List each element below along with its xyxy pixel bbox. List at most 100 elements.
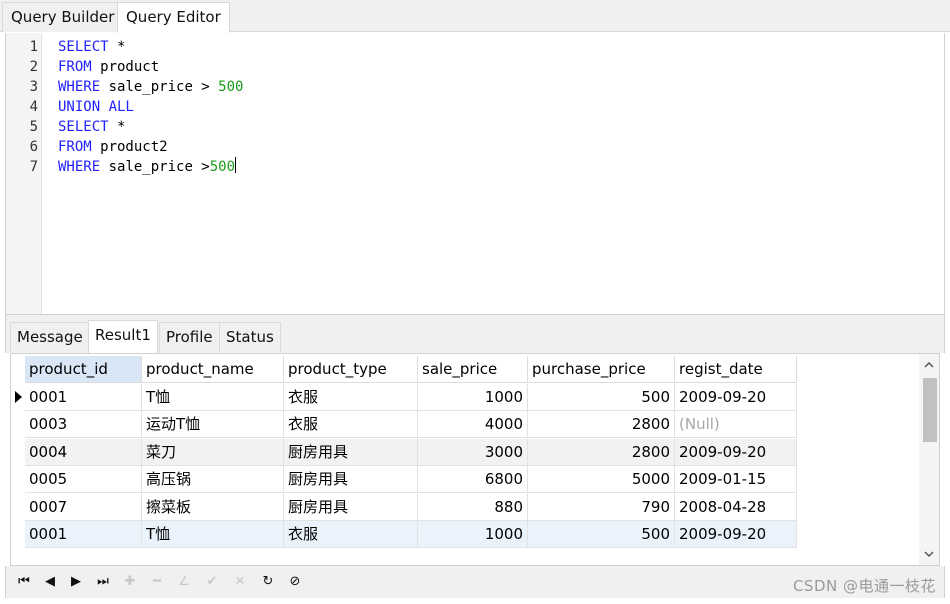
text-caret (235, 157, 237, 173)
cell-product-type[interactable]: 厨房用具 (284, 493, 418, 521)
scroll-down-icon[interactable] (924, 549, 934, 559)
cell-product-name[interactable]: 擦菜板 (142, 493, 284, 521)
table-row[interactable]: 0004 菜刀 厨房用具 3000 2800 2009-09-20 (11, 438, 911, 466)
cell-product-type[interactable]: 厨房用具 (284, 466, 418, 494)
stop-button[interactable]: ⊘ (285, 572, 305, 592)
tab-message[interactable]: Message (10, 322, 90, 352)
code-line: 1 SELECT * (6, 37, 936, 57)
last-record-button[interactable]: ⏭ (93, 572, 113, 592)
code-text: FROM product2 (58, 137, 168, 157)
cell-product-id[interactable]: 0001 (25, 521, 142, 548)
cell-product-id[interactable]: 0001 (25, 384, 142, 411)
row-indicator (13, 411, 23, 438)
line-number: 6 (29, 139, 38, 155)
column-header-product-name[interactable]: product_name (142, 356, 284, 383)
line-number: 1 (29, 39, 38, 55)
cell-product-id[interactable]: 0004 (25, 438, 142, 466)
column-header-regist-date[interactable]: regist_date (675, 356, 797, 383)
cell-purchase-price[interactable]: 500 (528, 384, 675, 411)
tab-query-editor[interactable]: Query Editor (117, 2, 230, 33)
code-text: WHERE sale_price > 500 (58, 77, 243, 97)
scrollbar-thumb[interactable] (923, 378, 937, 442)
refresh-button[interactable]: ↻ (258, 572, 278, 592)
sql-keyword: WHERE (58, 79, 101, 95)
cell-product-type[interactable]: 衣服 (284, 521, 418, 548)
cell-sale-price[interactable]: 6800 (418, 466, 528, 494)
cell-purchase-price[interactable]: 5000 (528, 466, 675, 494)
line-number: 2 (29, 59, 38, 75)
cell-regist-date[interactable]: 2008-04-28 (675, 493, 797, 521)
result-grid[interactable]: product_id product_name product_type sale_p… (10, 353, 940, 566)
cell-purchase-price[interactable]: 2800 (528, 411, 675, 439)
code-text: WHERE sale_price >500 (58, 157, 237, 177)
cell-product-name[interactable]: 运动T恤 (142, 411, 284, 439)
line-number: 4 (29, 99, 38, 115)
tab-status[interactable]: Status (219, 322, 281, 352)
tab-profile[interactable]: Profile (159, 322, 220, 352)
table-row[interactable]: 0007 擦菜板 厨房用具 880 790 2008-04-28 (11, 493, 911, 521)
sql-text: product (91, 59, 160, 75)
column-header-purchase-price[interactable]: purchase_price (528, 356, 675, 383)
cell-product-type[interactable]: 厨房用具 (284, 438, 418, 466)
insert-record-button[interactable]: ✚ (120, 572, 140, 592)
table-row[interactable]: 0001 T恤 衣服 1000 500 2009-09-20 (11, 521, 911, 548)
row-indicator (13, 494, 23, 521)
table-row[interactable]: 0003 运动T恤 衣服 4000 2800 (Null) (11, 411, 911, 439)
result-tab-bar: Message Result1 Profile Status (5, 315, 945, 353)
code-line: 6 FROM product2 (6, 137, 936, 157)
row-indicator (13, 439, 23, 466)
next-record-button[interactable]: ▶ (66, 572, 86, 592)
cell-product-id[interactable]: 0003 (25, 411, 142, 439)
cell-sale-price[interactable]: 1000 (418, 521, 528, 548)
line-number: 5 (29, 119, 38, 135)
cell-purchase-price[interactable]: 2800 (528, 438, 675, 466)
cell-product-name[interactable]: 菜刀 (142, 438, 284, 466)
vertical-scrollbar[interactable] (919, 354, 939, 565)
scroll-up-icon[interactable] (924, 360, 934, 370)
cell-product-id[interactable]: 0005 (25, 466, 142, 494)
column-header-product-id[interactable]: product_id (25, 356, 142, 383)
cell-purchase-price[interactable]: 500 (528, 521, 675, 548)
code-line: 2 FROM product (6, 57, 936, 77)
tab-result1[interactable]: Result1 (88, 320, 158, 353)
cell-regist-date[interactable]: (Null) (675, 411, 797, 439)
cell-regist-date[interactable]: 2009-09-20 (675, 384, 797, 411)
cell-product-name[interactable]: 高压锅 (142, 466, 284, 494)
tab-query-builder[interactable]: Query Builder (2, 2, 124, 32)
sql-text: product2 (91, 139, 168, 155)
code-text: SELECT * (58, 117, 125, 137)
cell-product-type[interactable]: 衣服 (284, 411, 418, 439)
edit-record-button[interactable]: ∠ (174, 572, 194, 592)
code-text: SELECT * (58, 37, 125, 57)
top-tab-bar: Query Builder Query Editor (0, 0, 950, 33)
cancel-record-button[interactable]: ✕ (230, 572, 250, 592)
post-record-button[interactable]: ✔ (202, 572, 222, 592)
cell-product-name[interactable]: T恤 (142, 384, 284, 411)
cell-purchase-price[interactable]: 790 (528, 493, 675, 521)
cell-product-type[interactable]: 衣服 (284, 384, 418, 411)
code-line: 5 SELECT * (6, 117, 936, 137)
table-row[interactable]: 0001 T恤 衣服 1000 500 2009-09-20 (11, 384, 911, 411)
table-row[interactable]: 0005 高压锅 厨房用具 6800 5000 2009-01-15 (11, 466, 911, 494)
sql-keyword: UNION ALL (58, 99, 134, 115)
sql-editor[interactable]: 1 SELECT * 2 FROM product 3 WHERE sale_price … (5, 33, 945, 315)
sql-keyword: WHERE (58, 159, 101, 175)
cell-sale-price[interactable]: 3000 (418, 438, 528, 466)
sql-keyword: FROM (58, 59, 92, 75)
cell-regist-date[interactable]: 2009-09-20 (675, 521, 797, 548)
current-row-arrow-icon (15, 391, 22, 403)
code-line: 4 UNION ALL (6, 97, 936, 117)
cell-sale-price[interactable]: 4000 (418, 411, 528, 439)
delete-record-button[interactable]: ━ (147, 572, 167, 592)
first-record-button[interactable]: ⏮ (14, 572, 34, 592)
cell-regist-date[interactable]: 2009-09-20 (675, 438, 797, 466)
column-header-sale-price[interactable]: sale_price (418, 356, 528, 383)
prior-record-button[interactable]: ◀ (40, 572, 60, 592)
cell-sale-price[interactable]: 880 (418, 493, 528, 521)
column-header-product-type[interactable]: product_type (284, 356, 418, 383)
cell-product-id[interactable]: 0007 (25, 493, 142, 521)
cell-sale-price[interactable]: 1000 (418, 384, 528, 411)
cell-regist-date[interactable]: 2009-01-15 (675, 466, 797, 494)
sql-keyword: SELECT (58, 39, 109, 55)
cell-product-name[interactable]: T恤 (142, 521, 284, 548)
